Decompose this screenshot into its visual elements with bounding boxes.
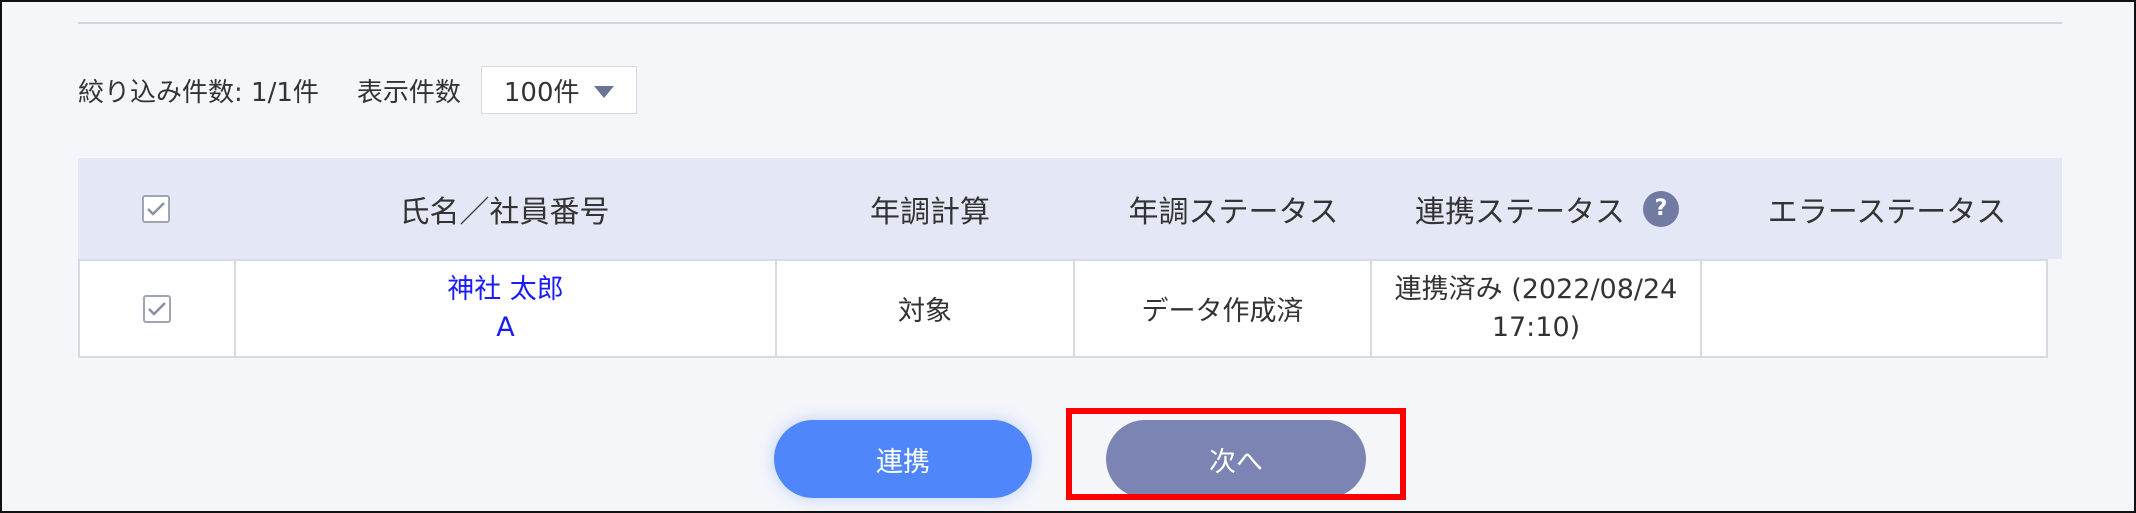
header-link-status: 連携ステータス ? [1382,158,1712,259]
header-select-all-cell [78,158,234,259]
display-count-label: 表示件数 [356,77,461,108]
employee-name-link[interactable]: 神社 太郎 A [447,271,564,347]
next-button[interactable]: 次へ [1106,420,1366,498]
link-status-line1: 連携済み (2022/08/24 [1394,273,1678,305]
filter-bar: 絞り込み件数: 1/1件 表示件数 100件 [78,66,637,114]
filter-count: 絞り込み件数: 1/1件 [78,77,319,108]
top-divider [78,22,2062,24]
header-link-status-label: 連携ステータス [1415,194,1625,230]
table-header: 氏名／社員番号 年調計算 年調ステータス 連携ステータス ? エラーステータス [78,158,2062,259]
row-status-cell: データ作成済 [1075,261,1372,356]
row-calc-cell: 対象 [777,261,1075,356]
caret-down-icon [593,86,614,98]
employee-name: 神社 太郎 [447,273,564,305]
row-link-status-cell: 連携済み (2022/08/24 17:10) [1372,261,1702,356]
display-count-value: 100件 [503,77,580,108]
page-frame: 絞り込み件数: 1/1件 表示件数 100件 氏名／社員番号 年調計算 年調ステ… [0,0,2136,513]
select-all-checkbox[interactable] [142,194,170,223]
employee-number: A [496,311,515,343]
link-button[interactable]: 連携 [774,420,1032,498]
header-name: 氏名／社員番号 [399,194,610,230]
row-checkbox[interactable] [143,294,171,323]
check-icon [148,301,166,316]
header-status: 年調ステータス [1128,194,1339,230]
link-status-line2: 17:10) [1491,311,1581,343]
check-icon [147,201,165,216]
row-name-cell: 神社 太郎 A [236,261,777,356]
header-calc: 年調計算 [870,194,990,230]
row-select-cell [80,261,236,356]
help-icon[interactable]: ? [1643,190,1679,227]
display-count-select[interactable]: 100件 [480,66,637,114]
header-error-status: エラーステータス [1767,194,2007,230]
table-row: 神社 太郎 A 対象 データ作成済 連携済み (2022/08/24 17:10… [78,259,2048,358]
row-error-status-cell [1702,261,2046,356]
